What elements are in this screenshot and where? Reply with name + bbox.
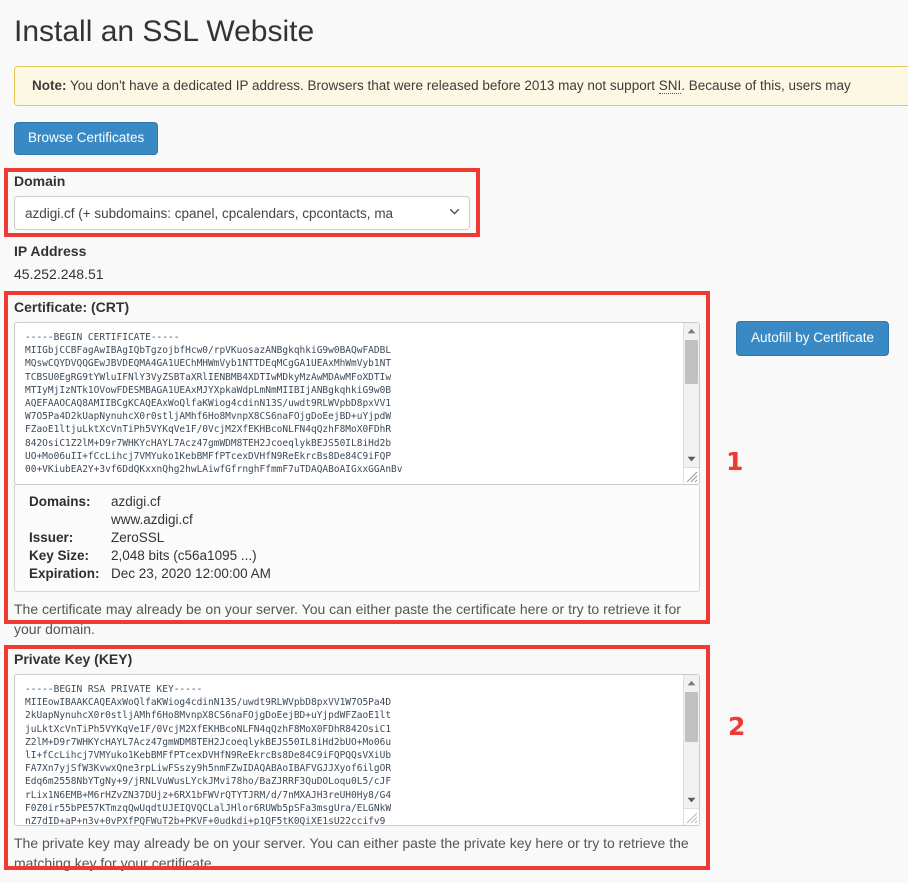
resize-grip-icon[interactable] <box>683 808 699 825</box>
note-label: Note: <box>32 78 67 93</box>
detail-row: Domains: azdigi.cf www.azdigi.cf <box>29 493 689 529</box>
detail-value: azdigi.cf www.azdigi.cf <box>111 493 193 529</box>
ip-address-label: IP Address <box>14 242 104 260</box>
detail-row: Issuer: ZeroSSL <box>29 529 689 547</box>
detail-key: Key Size: <box>29 547 111 565</box>
note-banner: Note: You don't have a dedicated IP addr… <box>14 66 908 106</box>
detail-row: Key Size: 2,048 bits (c56a1095 ...) <box>29 547 689 565</box>
detail-key: Issuer: <box>29 529 111 547</box>
certificate-label: Certificate: (CRT) <box>14 298 700 316</box>
install-ssl-website-page: Install an SSL Website Note: You don't h… <box>0 0 908 883</box>
detail-value: Dec 23, 2020 12:00:00 AM <box>111 565 271 583</box>
domain-select[interactable]: azdigi.cf (+ subdomains: cpanel, cpcalen… <box>14 196 470 230</box>
detail-value: 2,048 bits (c56a1095 ...) <box>111 547 257 565</box>
annotation-number-2: 2 <box>728 712 745 741</box>
domain-field-group: Domain azdigi.cf (+ subdomains: cpanel, … <box>14 172 470 230</box>
detail-value: ZeroSSL <box>111 529 164 547</box>
detail-row: Expiration: Dec 23, 2020 12:00:00 AM <box>29 565 689 583</box>
certificate-scrollbar[interactable] <box>683 323 699 484</box>
scrollbar-thumb[interactable] <box>685 692 698 742</box>
private-key-scrollbar[interactable] <box>683 675 699 825</box>
private-key-textarea-wrap: -----BEGIN RSA PRIVATE KEY----- MIIEowIB… <box>14 674 700 826</box>
certificate-details-panel: Domains: azdigi.cf www.azdigi.cf Issuer:… <box>14 484 700 592</box>
scrollbar-thumb[interactable] <box>685 340 698 384</box>
domain-label: Domain <box>14 172 470 190</box>
page-title: Install an SSL Website <box>14 14 314 50</box>
scroll-up-icon[interactable] <box>684 323 699 338</box>
private-key-textarea[interactable]: -----BEGIN RSA PRIVATE KEY----- MIIEowIB… <box>15 675 683 825</box>
scroll-down-icon[interactable] <box>684 451 699 466</box>
certificate-textarea-wrap: -----BEGIN CERTIFICATE----- MIIGbjCCBFag… <box>14 322 700 485</box>
private-key-help-text: The private key may already be on your s… <box>14 833 700 873</box>
annotation-number-1: 1 <box>726 447 743 476</box>
note-text: Note: You don't have a dedicated IP addr… <box>15 76 851 96</box>
scroll-down-icon[interactable] <box>684 792 699 807</box>
autofill-by-certificate-button[interactable]: Autofill by Certificate <box>736 321 889 356</box>
scroll-up-icon[interactable] <box>684 675 699 690</box>
ip-address-group: IP Address 45.252.248.51 <box>14 242 104 283</box>
private-key-field-group: Private Key (KEY) -----BEGIN RSA PRIVATE… <box>14 650 700 873</box>
note-text-before: You don't have a dedicated IP address. B… <box>67 78 659 93</box>
sni-abbreviation: SNI <box>659 78 682 94</box>
detail-key: Expiration: <box>29 565 111 583</box>
browse-certificates-button[interactable]: Browse Certificates <box>14 122 158 155</box>
ip-address-value: 45.252.248.51 <box>14 265 104 283</box>
private-key-label: Private Key (KEY) <box>14 650 700 668</box>
note-text-after: . Because of this, users may <box>681 78 851 93</box>
certificate-textarea[interactable]: -----BEGIN CERTIFICATE----- MIIGbjCCBFag… <box>15 323 683 484</box>
certificate-field-group: Certificate: (CRT) -----BEGIN CERTIFICAT… <box>14 298 700 639</box>
detail-key: Domains: <box>29 493 111 529</box>
resize-grip-icon[interactable] <box>683 467 699 484</box>
certificate-help-text: The certificate may already be on your s… <box>14 599 700 639</box>
domain-select-wrap: azdigi.cf (+ subdomains: cpanel, cpcalen… <box>14 196 470 230</box>
